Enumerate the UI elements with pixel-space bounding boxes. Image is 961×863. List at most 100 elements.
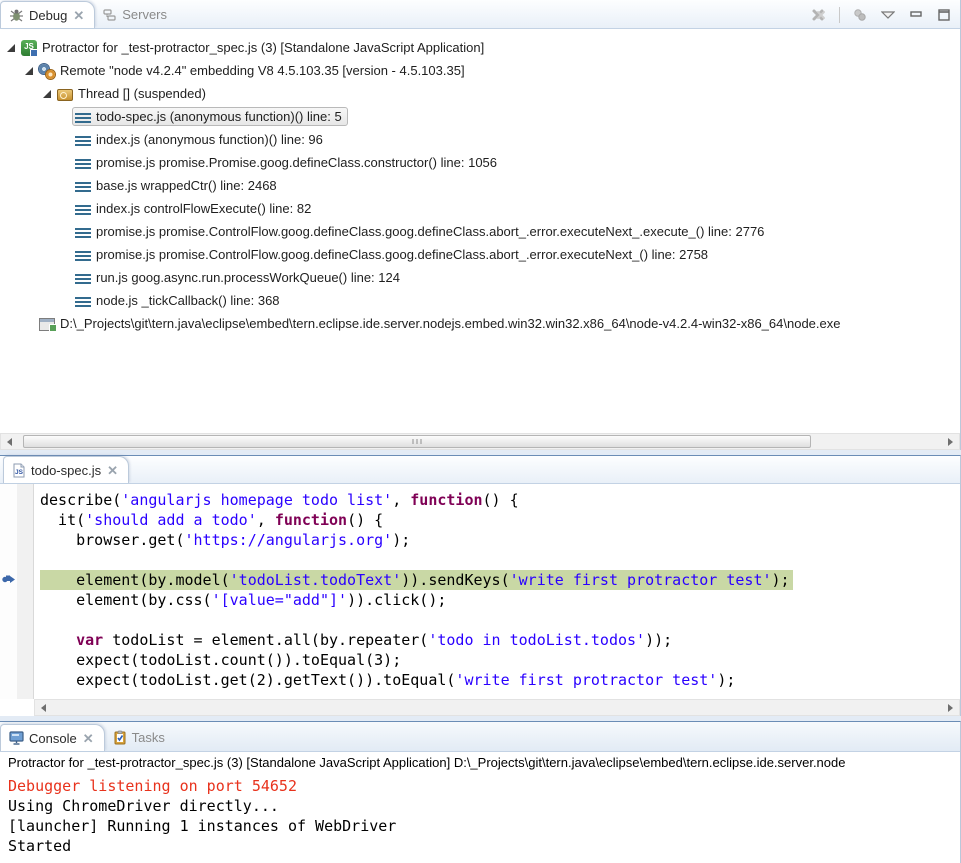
scrollbar-thumb[interactable] <box>23 435 811 448</box>
debug-launch-tree[interactable]: Protractor for _test-protractor_spec.js … <box>0 30 960 433</box>
code-line-text: describe('angularjs homepage todo list',… <box>40 490 519 510</box>
tree-item[interactable]: D:\_Projects\git\tern.java\eclipse\embed… <box>0 312 960 335</box>
servers-icon <box>103 8 117 22</box>
scroll-right-arrow-icon[interactable] <box>942 700 959 715</box>
tree-item[interactable]: promise.js promise.Promise.goog.defineCl… <box>0 151 960 174</box>
tree-item[interactable]: todo-spec.js (anonymous function)() line… <box>0 105 960 128</box>
tree-item[interactable]: Protractor for _test-protractor_spec.js … <box>0 36 960 59</box>
tab-todo-spec-js[interactable]: JS todo-spec.js ✕ <box>3 456 129 483</box>
console-process-description: Protractor for _test-protractor_spec.js … <box>0 752 960 774</box>
bug-icon <box>9 8 24 23</box>
view-menu-icon[interactable] <box>878 5 898 25</box>
tree-item-content: index.js (anonymous function)() line: 96 <box>72 130 329 149</box>
twistie-placeholder <box>60 226 72 238</box>
debug-current-instruction-pointer-icon <box>2 574 16 585</box>
tree-item-content: Protractor for _test-protractor_spec.js … <box>18 38 490 58</box>
folding-ruler[interactable] <box>17 484 34 699</box>
toolbar-separator <box>839 7 840 23</box>
tab-label: Tasks <box>132 730 165 745</box>
editor-horizontal-scrollbar[interactable] <box>34 699 960 716</box>
console-line: Using ChromeDriver directly... <box>8 796 960 816</box>
tree-item[interactable]: promise.js promise.ControlFlow.goog.defi… <box>0 243 960 266</box>
tree-item-content: todo-spec.js (anonymous function)() line… <box>72 107 348 126</box>
console-view: Console ✕ Tasks Protractor for _test-pro… <box>0 721 961 863</box>
tree-item-label: base.js wrappedCtr() line: 2468 <box>96 178 277 193</box>
stack-frame-icon <box>75 182 91 192</box>
tab-tasks[interactable]: Tasks <box>105 724 174 751</box>
scroll-left-arrow-icon[interactable] <box>1 434 18 449</box>
code-editor[interactable]: describe('angularjs homepage todo list',… <box>35 484 960 699</box>
code-line-text: expect(todoList.get(2).getText()).toEqua… <box>40 670 735 690</box>
tab-label: Servers <box>122 7 167 22</box>
tree-item[interactable]: index.js controlFlowExecute() line: 82 <box>0 197 960 220</box>
debug-horizontal-scrollbar[interactable] <box>0 433 960 450</box>
close-icon[interactable]: ✕ <box>106 464 119 477</box>
tab-console[interactable]: Console ✕ <box>0 724 105 751</box>
maximize-icon[interactable] <box>934 5 954 25</box>
close-icon[interactable]: ✕ <box>72 9 85 22</box>
code-line-text: expect(todoList.count()).toEqual(3); <box>40 650 401 670</box>
tab-label: todo-spec.js <box>31 463 101 478</box>
tree-item[interactable]: base.js wrappedCtr() line: 2468 <box>0 174 960 197</box>
disconnect-icon[interactable] <box>850 5 870 25</box>
tree-item-content: index.js controlFlowExecute() line: 82 <box>72 199 317 218</box>
console-output[interactable]: Debugger listening on port 54652Using Ch… <box>0 774 960 856</box>
tree-item-content: base.js wrappedCtr() line: 2468 <box>72 176 283 195</box>
tree-item[interactable]: node.js _tickCallback() line: 368 <box>0 289 960 312</box>
code-line: var todoList = element.all(by.repeater('… <box>40 630 960 650</box>
code-line: browser.get('https://angularjs.org'); <box>40 530 960 550</box>
scroll-right-arrow-icon[interactable] <box>942 434 959 449</box>
twistie-placeholder <box>60 134 72 146</box>
remote-process-icon <box>39 63 55 79</box>
tree-item[interactable]: Thread [] (suspended) <box>0 82 960 105</box>
stack-frame-icon <box>75 297 91 307</box>
tree-item-label: index.js controlFlowExecute() line: 82 <box>96 201 311 216</box>
scroll-left-arrow-icon[interactable] <box>35 700 52 715</box>
tree-item-content: promise.js promise.ControlFlow.goog.defi… <box>72 222 770 241</box>
expand-arrow-icon[interactable] <box>24 65 36 77</box>
tree-item-content: Thread [] (suspended) <box>54 84 212 103</box>
twistie-placeholder <box>60 111 72 123</box>
stack-frame-icon <box>75 159 91 169</box>
remove-all-terminated-icon[interactable] <box>809 5 829 25</box>
console-line: [launcher] Running 1 instances of WebDri… <box>8 816 960 836</box>
console-line: Debugger listening on port 54652 <box>8 776 960 796</box>
twistie-placeholder <box>60 180 72 192</box>
tab-debug[interactable]: Debug ✕ <box>0 1 95 28</box>
expand-arrow-icon[interactable] <box>6 42 18 54</box>
tree-item-content: node.js _tickCallback() line: 368 <box>72 291 286 310</box>
stack-frame-icon <box>75 205 91 215</box>
tab-label: Console <box>29 731 77 746</box>
close-icon[interactable]: ✕ <box>82 732 95 745</box>
annotation-ruler[interactable] <box>0 484 17 699</box>
tree-item[interactable]: Remote "node v4.2.4" embedding V8 4.5.10… <box>0 59 960 82</box>
tree-item-label: promise.js promise.ControlFlow.goog.defi… <box>96 224 764 239</box>
stack-frame-icon <box>75 136 91 146</box>
tree-item-label: Remote "node v4.2.4" embedding V8 4.5.10… <box>60 63 465 78</box>
svg-text:JS: JS <box>15 469 24 476</box>
twistie-placeholder <box>60 272 72 284</box>
tree-item[interactable]: index.js (anonymous function)() line: 96 <box>0 128 960 151</box>
console-monitor-icon <box>9 731 24 745</box>
console-tabbar: Console ✕ Tasks <box>0 722 960 752</box>
code-line-text: browser.get('https://angularjs.org'); <box>40 530 410 550</box>
tree-item[interactable]: run.js goog.async.run.processWorkQueue()… <box>0 266 960 289</box>
code-line: expect(todoList.get(2).getText()).toEqua… <box>40 670 960 690</box>
twistie-placeholder <box>24 318 36 330</box>
tree-item-content: promise.js promise.Promise.goog.defineCl… <box>72 153 503 172</box>
stack-frame-icon <box>75 113 91 123</box>
expand-arrow-icon[interactable] <box>42 88 54 100</box>
minimize-icon[interactable] <box>906 5 926 25</box>
tree-item-label: Thread [] (suspended) <box>78 86 206 101</box>
twistie-placeholder <box>60 295 72 307</box>
tree-item-content: D:\_Projects\git\tern.java\eclipse\embed… <box>36 314 846 333</box>
twistie-placeholder <box>60 249 72 261</box>
code-line-text: it('should add a todo', function() { <box>40 510 383 530</box>
js-file-icon: JS <box>12 463 26 478</box>
twistie-placeholder <box>60 203 72 215</box>
tasks-clipboard-icon <box>113 730 127 745</box>
tab-servers[interactable]: Servers <box>95 1 176 28</box>
scrollbar-grip-icon <box>413 439 422 444</box>
code-line: element(by.model('todoList.todoText')).s… <box>40 570 960 590</box>
tree-item[interactable]: promise.js promise.ControlFlow.goog.defi… <box>0 220 960 243</box>
